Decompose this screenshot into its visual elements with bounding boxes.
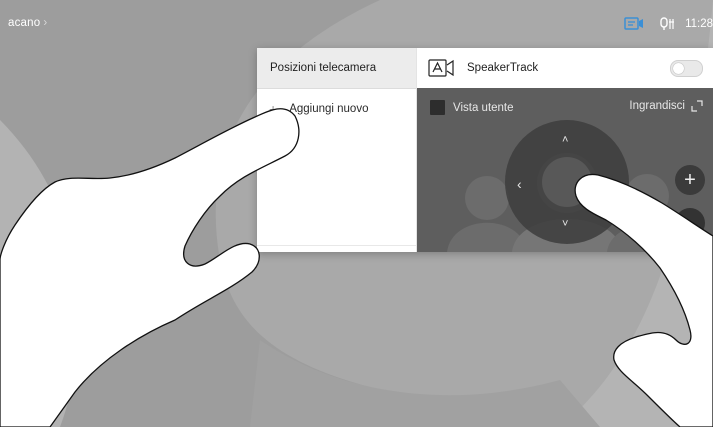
dpad-center <box>542 157 592 207</box>
zoom-label: Ingrandisci <box>629 100 685 112</box>
speakertrack-toggle[interactable] <box>670 60 703 77</box>
camera-control-panel: Posizioni telecamera + Aggiungi nuovo Sp… <box>257 48 713 252</box>
add-preset-button[interactable]: + Aggiungi nuovo <box>257 89 416 129</box>
divider <box>257 245 416 252</box>
chevron-right-icon: › <box>43 17 48 29</box>
speakertrack-label: SpeakerTrack <box>467 62 539 74</box>
microphone-muted-icon[interactable] <box>660 17 676 31</box>
zoom-out-button[interactable] <box>675 208 705 238</box>
zoom-in-button[interactable]: + <box>675 165 705 195</box>
status-icons: 11:28 <box>624 15 713 33</box>
expand-icon <box>691 100 703 112</box>
device-name-label: acano <box>8 17 41 29</box>
toggle-knob <box>673 63 684 74</box>
speakertrack-row: SpeakerTrack <box>417 48 713 88</box>
plus-icon: + <box>684 168 696 191</box>
camera-presets-title: Posizioni telecamera <box>257 48 416 89</box>
plus-icon: + <box>269 101 278 117</box>
device-name[interactable]: acano › <box>8 17 47 29</box>
user-view-checkbox[interactable]: Vista utente <box>430 100 514 115</box>
clock: 11:28 <box>685 18 713 30</box>
zoom-button[interactable]: Ingrandisci <box>629 100 703 112</box>
checkbox-box <box>430 100 445 115</box>
camera-preview[interactable]: Vista utente Ingrandisci ˄ ˅ ‹ + <box>417 88 713 252</box>
screen-share-icon[interactable] <box>624 17 644 31</box>
camera-presets-column: Posizioni telecamera + Aggiungi nuovo <box>257 48 417 252</box>
camera-view-column: SpeakerTrack Vista utente Ingrandisci ˄ … <box>417 48 713 252</box>
pan-up-button[interactable]: ˄ <box>562 134 568 146</box>
user-view-label: Vista utente <box>453 101 514 114</box>
add-preset-label: Aggiungi nuovo <box>289 103 369 115</box>
pan-left-button[interactable]: ‹ <box>517 176 522 192</box>
speakertrack-camera-icon <box>428 59 455 77</box>
pan-down-button[interactable]: ˅ <box>562 218 568 230</box>
